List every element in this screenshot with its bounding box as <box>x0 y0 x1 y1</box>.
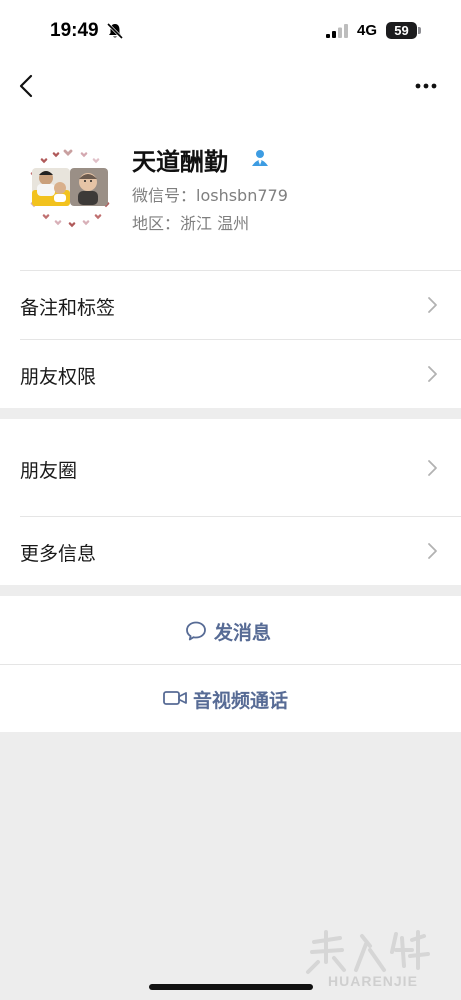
avatar[interactable] <box>28 148 112 228</box>
chevron-right-icon <box>428 460 437 476</box>
row-more-info-label: 更多信息 <box>20 543 97 565</box>
row-moments[interactable]: 朋友圈 <box>0 419 461 516</box>
status-time: 19:49 <box>50 20 99 41</box>
row-more-info[interactable]: 更多信息 <box>0 516 461 585</box>
battery-icon: 59 <box>386 22 421 39</box>
video-camera-icon <box>163 691 187 705</box>
chevron-right-icon <box>428 543 437 559</box>
watermark-text: HUARENJIE <box>328 973 418 989</box>
home-indicator[interactable] <box>149 984 313 990</box>
network-type: 4G <box>357 22 378 39</box>
row-remarks-tags-label: 备注和标签 <box>20 297 116 319</box>
contact-person-icon <box>252 150 268 166</box>
status-bar: 19:49 4G 59 <box>0 0 461 62</box>
battery-level: 59 <box>386 22 417 39</box>
row-remarks-tags[interactable]: 备注和标签 <box>0 270 461 339</box>
back-icon[interactable] <box>14 72 42 100</box>
wechat-id: 微信号：loshsbn779 <box>132 186 288 205</box>
signal-icon <box>326 24 348 38</box>
bell-muted-icon <box>106 22 124 40</box>
region: 地区：浙江 温州 <box>132 214 250 233</box>
chat-bubble-icon <box>186 621 206 641</box>
row-moments-label: 朋友圈 <box>20 460 78 482</box>
chevron-right-icon <box>428 366 437 382</box>
profile-card: 天道酬勤 微信号：loshsbn779 地区：浙江 温州 <box>0 110 461 270</box>
chevron-right-icon <box>428 297 437 313</box>
row-friend-permissions-label: 朋友权限 <box>20 366 97 388</box>
send-message-label: 发消息 <box>214 622 272 644</box>
nav-bar <box>0 62 461 110</box>
more-icon[interactable] <box>410 74 442 98</box>
video-call-button[interactable]: 音视频通话 <box>0 664 461 732</box>
video-call-label: 音视频通话 <box>193 690 289 712</box>
row-friend-permissions[interactable]: 朋友权限 <box>0 339 461 408</box>
profile-name: 天道酬勤 <box>132 148 228 176</box>
send-message-button[interactable]: 发消息 <box>0 596 461 664</box>
